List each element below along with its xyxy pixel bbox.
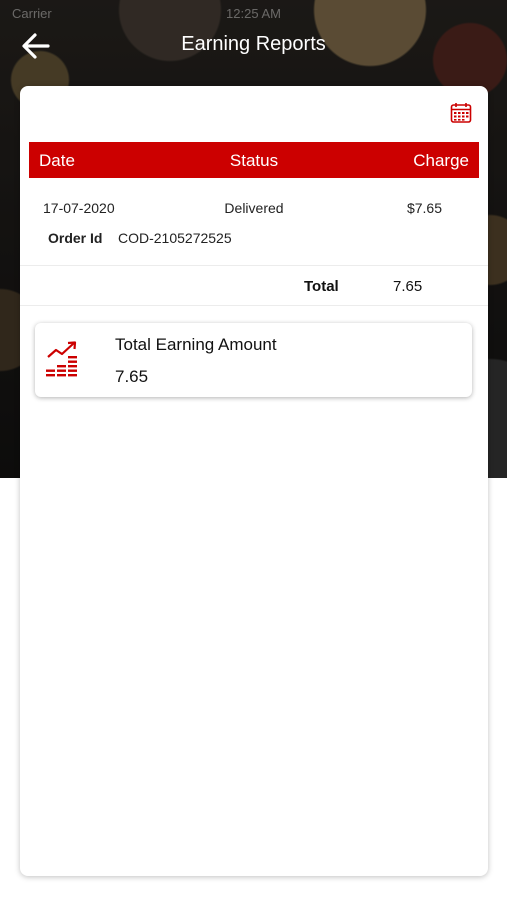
report-card: Date Status Charge 17-07-2020 Delivered …	[20, 86, 488, 876]
total-earning-title: Total Earning Amount	[115, 335, 277, 354]
earnings-chart-icon	[44, 340, 84, 380]
status-time: 12:25 AM	[226, 6, 281, 21]
total-value: 7.65	[393, 278, 423, 295]
order-id-label: Order Id	[48, 230, 103, 246]
table-header: Date Status Charge	[29, 142, 479, 178]
order-id-value: COD-2105272525	[118, 230, 232, 246]
total-earning-card: Total Earning Amount 7.65	[35, 323, 472, 397]
column-header-charge: Charge	[413, 151, 469, 170]
status-bar: Carrier 12:25 AM	[0, 0, 507, 26]
total-label: Total	[304, 278, 339, 295]
total-row: Total 7.65	[20, 266, 488, 306]
calendar-icon[interactable]	[450, 102, 472, 124]
column-header-status: Status	[229, 151, 279, 170]
table-row[interactable]: 17-07-2020 Delivered $7.65 Order Id COD-…	[20, 178, 488, 266]
page-title: Earning Reports	[181, 33, 326, 55]
row-charge: $7.65	[406, 200, 442, 216]
total-earning-value: 7.65	[115, 367, 149, 386]
